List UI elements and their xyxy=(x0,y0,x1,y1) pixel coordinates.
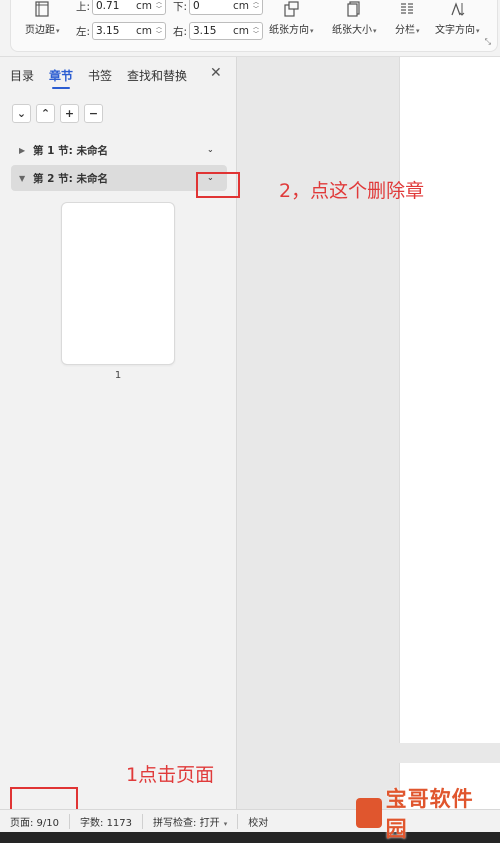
ribbon: 页边距▾ 上: 0.71 cm ︿ ﹀ 下: 0 cm ︿ ﹀ 左: 3.15 cm… xyxy=(0,0,500,57)
chevron-down-icon: ▾ xyxy=(223,819,228,828)
columns-button[interactable]: 分栏▾ xyxy=(395,0,420,36)
spell-check-toggle[interactable]: 拼写检查: 打开 ▾ xyxy=(142,813,237,829)
margin-left-label: 左: xyxy=(76,25,91,38)
margin-left-row: 左: 3.15 cm ︿ ﹀ xyxy=(76,22,166,40)
section-label: 第 1 节: 未命名 xyxy=(33,144,108,157)
text-direction-button[interactable]: 文字方向▾ xyxy=(435,0,480,36)
document-canvas[interactable] xyxy=(238,57,500,809)
section-item-2[interactable]: ▼ 第 2 节: 未命名 ⌄ xyxy=(11,165,227,191)
ribbon-page-layout-group: 页边距▾ 上: 0.71 cm ︿ ﹀ 下: 0 cm ︿ ﹀ 左: 3.15 cm… xyxy=(10,0,498,52)
margin-top-label: 上: xyxy=(76,0,91,13)
margin-bottom-input[interactable]: 0 cm ︿ ﹀ xyxy=(189,0,263,15)
nav-tabs: 目录 章节 书签 查找和替换 xyxy=(10,67,187,89)
columns-icon xyxy=(398,0,416,18)
annotation-step-2: 2，点这个删除章 xyxy=(279,180,425,202)
margin-left-input[interactable]: 3.15 cm ︿ ﹀ xyxy=(92,22,166,40)
highlight-section-menu xyxy=(196,172,240,198)
add-section-button[interactable]: + xyxy=(60,104,79,123)
expanded-triangle-icon[interactable]: ▼ xyxy=(19,174,33,183)
watermark-text: 宝哥软件园 xyxy=(385,786,474,841)
section-item-1[interactable]: ▶ 第 1 节: 未命名 ⌄ xyxy=(11,137,227,163)
paper-size-button[interactable]: 纸张大小▾ xyxy=(332,0,377,36)
margin-top-spinner[interactable]: ︿ ﹀ xyxy=(156,0,162,13)
tab-find-replace[interactable]: 查找和替换 xyxy=(127,67,187,89)
page-margins-button[interactable]: 页边距▾ xyxy=(25,0,60,36)
orientation-icon xyxy=(282,0,300,18)
tab-sections[interactable]: 章节 xyxy=(49,67,73,89)
margin-bottom-spinner[interactable]: ︿ ﹀ xyxy=(253,0,259,13)
word-count[interactable]: 字数: 1173 xyxy=(69,813,142,829)
paper-size-icon xyxy=(345,0,363,18)
watermark: 宝哥软件园 xyxy=(356,787,490,841)
margin-top-row: 上: 0.71 cm ︿ ﹀ xyxy=(76,0,166,15)
page-margins-icon xyxy=(33,0,51,18)
document-page[interactable] xyxy=(399,57,500,743)
margin-top-input[interactable]: 0.71 cm ︿ ﹀ xyxy=(92,0,166,15)
text-direction-icon xyxy=(448,0,466,18)
navigation-panel: 目录 章节 书签 查找和替换 ✕ ⌄ ⌃ + − ▶ 第 1 节: 未命名 ⌄ … xyxy=(0,57,237,809)
thumbnail-page-number: 1 xyxy=(114,370,122,381)
section-controls: ⌄ ⌃ + − xyxy=(12,104,103,123)
ribbon-expand-icon[interactable]: ⤡ xyxy=(485,37,491,47)
margin-right-input[interactable]: 3.15 cm ︿ ﹀ xyxy=(189,22,263,40)
section-menu-icon[interactable]: ⌄ xyxy=(207,145,214,154)
expand-all-button[interactable]: ⌄ xyxy=(12,104,31,123)
section-label: 第 2 节: 未命名 xyxy=(33,172,108,185)
proofread-button[interactable]: 校对 xyxy=(237,813,278,829)
page-indicator[interactable]: 页面: 9/10 xyxy=(0,814,69,829)
annotation-step-1: 1点击页面 xyxy=(126,764,215,786)
orientation-button[interactable]: 纸张方向▾ xyxy=(269,0,314,36)
margin-right-label: 右: xyxy=(173,25,188,38)
margin-left-spinner[interactable]: ︿ ﹀ xyxy=(156,24,162,38)
remove-section-button[interactable]: − xyxy=(84,104,103,123)
tab-bookmarks[interactable]: 书签 xyxy=(88,67,112,89)
margin-right-spinner[interactable]: ︿ ﹀ xyxy=(253,24,259,38)
margin-bottom-label: 下: xyxy=(173,0,188,13)
tab-toc[interactable]: 目录 xyxy=(10,67,34,89)
collapsed-triangle-icon[interactable]: ▶ xyxy=(19,146,33,155)
collapse-all-button[interactable]: ⌃ xyxy=(36,104,55,123)
page-thumbnail[interactable] xyxy=(61,202,175,365)
close-panel-icon[interactable]: ✕ xyxy=(210,65,222,81)
margin-bottom-row: 下: 0 cm ︿ ﹀ xyxy=(173,0,263,15)
watermark-logo-icon xyxy=(356,797,382,828)
margin-right-row: 右: 3.15 cm ︿ ﹀ xyxy=(173,22,263,40)
